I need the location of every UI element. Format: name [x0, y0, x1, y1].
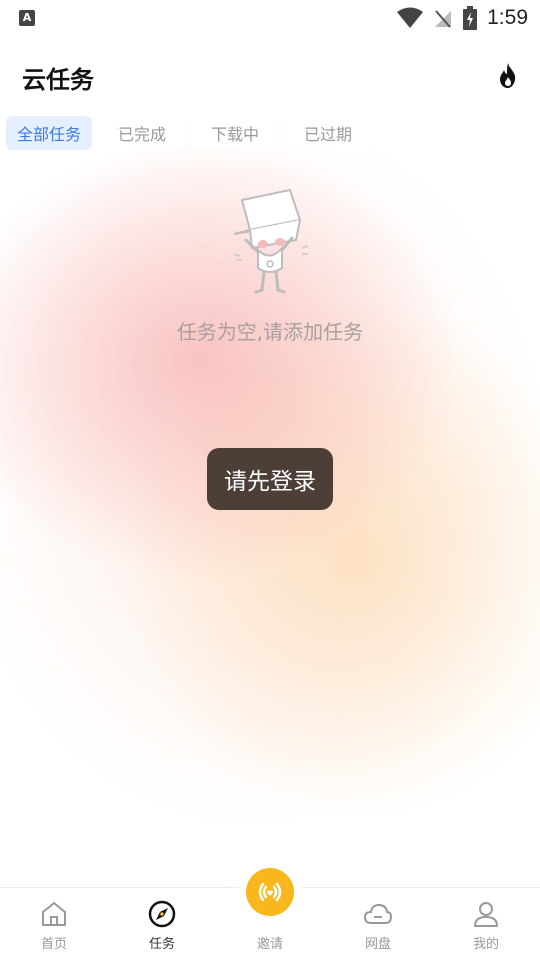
compass-icon — [148, 900, 176, 928]
tab-completed[interactable]: 已完成 — [99, 116, 185, 150]
no-signal-icon — [435, 10, 452, 28]
nav-item-invite[interactable]: 邀请 — [216, 860, 324, 960]
fire-icon[interactable] — [496, 62, 520, 90]
person-icon — [474, 902, 498, 927]
home-icon — [42, 902, 66, 926]
empty-message: 任务为空,请添加任务 — [176, 320, 364, 344]
box-head-mascot-icon — [233, 188, 309, 294]
battery-charging-icon — [463, 6, 478, 30]
cloud-icon — [363, 903, 393, 924]
nav-item-cloud-drive[interactable]: 网盘 — [324, 888, 432, 960]
tab-downloading[interactable]: 下载中 — [192, 116, 278, 150]
clock-time: 1:59 — [487, 6, 528, 29]
nav-label-profile: 我的 — [472, 937, 499, 952]
nav-item-tasks[interactable]: 任务 — [108, 888, 216, 960]
invite-button-bubble — [238, 860, 302, 924]
status-bar: A 1:59 — [0, 0, 540, 36]
page-title: 云任务 — [22, 66, 94, 94]
tab-all-tasks[interactable]: 全部任务 — [6, 116, 92, 150]
login-toast: 请先登录 — [207, 448, 333, 510]
status-indicators: 1:59 — [397, 5, 528, 31]
nav-label-cloud-drive: 网盘 — [364, 937, 391, 952]
nav-item-profile[interactable]: 我的 — [432, 888, 540, 960]
broadcast-icon — [258, 882, 282, 902]
tab-expired[interactable]: 已过期 — [285, 116, 371, 150]
nav-item-home[interactable]: 首页 — [0, 888, 108, 960]
bottom-navigation: 首页 任务 邀请 网盘 我的 — [0, 860, 540, 960]
nav-label-invite: 邀请 — [256, 937, 283, 952]
notification-icon: A — [19, 10, 35, 26]
task-filter-tabs: 全部任务 已完成 下载中 已过期 — [6, 116, 371, 150]
app-header: 云任务 — [0, 36, 540, 114]
wifi-icon — [397, 7, 424, 28]
nav-label-home: 首页 — [40, 937, 67, 952]
nav-label-tasks: 任务 — [148, 937, 175, 952]
empty-state: 任务为空,请添加任务 — [0, 186, 540, 345]
invite-circle — [246, 868, 294, 916]
